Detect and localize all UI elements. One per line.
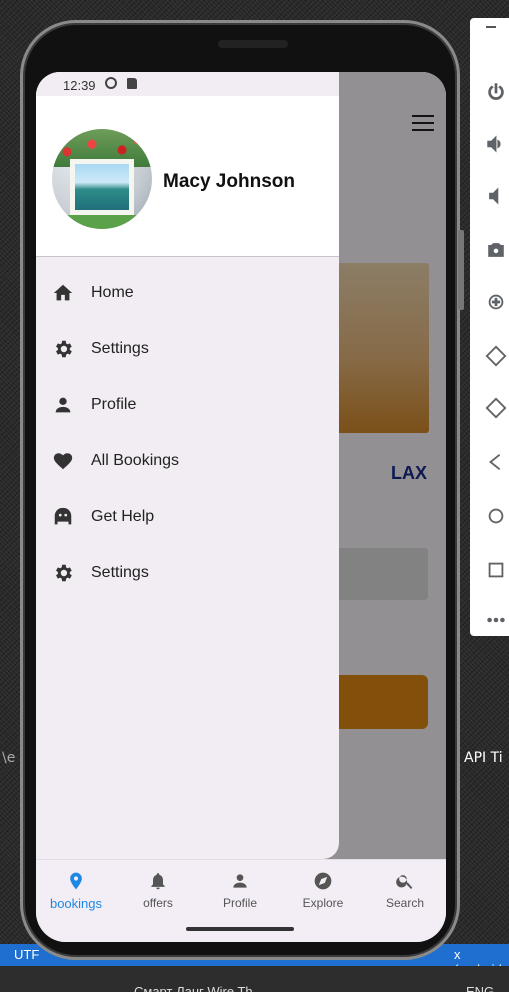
home-circle-icon[interactable] [484,504,508,528]
rotate-left-icon[interactable] [484,344,508,368]
ide-side-text: \e [2,750,16,766]
compass-icon [285,870,361,892]
phone-volume-button [458,230,464,310]
phone-speaker [218,40,288,48]
drawer-item-get-help[interactable]: Get Help [36,489,339,545]
drawer-item-label: Settings [91,340,149,357]
camera-icon[interactable] [484,238,508,262]
gear-icon [51,337,75,361]
drawer-item-profile[interactable]: Profile [36,377,339,433]
navigation-drawer: 12:39 Macy Johnson Home Settings Profile… [36,72,339,859]
zoom-icon[interactable] [484,290,508,314]
status-time: 12:39 [63,78,96,93]
overview-icon[interactable] [484,558,508,582]
nav-bookings[interactable]: bookings [38,870,114,911]
home-icon [51,281,75,305]
home-indicator[interactable] [186,927,294,931]
drawer-item-label: Settings [91,564,149,581]
nav-offers[interactable]: offers [120,870,196,910]
nav-label: bookings [49,896,103,911]
encoding-label[interactable]: UTF [14,947,39,962]
ide-panel-title: API Ti [464,750,503,766]
volume-down-icon[interactable] [484,184,508,208]
drawer-menu: Home Settings Profile All Bookings Get H… [36,265,339,601]
drawer-item-all-bookings[interactable]: All Bookings [36,433,339,489]
drawer-header: Macy Johnson [36,96,339,257]
nav-explore[interactable]: Explore [285,870,361,910]
avatar[interactable] [52,129,152,229]
user-name: Macy Johnson [163,171,295,192]
drawer-item-label: Get Help [91,508,155,525]
drawer-item-settings-2[interactable]: Settings [36,545,339,601]
minimize-icon[interactable] [486,26,496,28]
location-pin-icon [38,870,114,892]
nav-label: Profile [222,896,257,910]
gear-icon [51,561,75,585]
settings-status-icon [105,77,117,89]
nav-search[interactable]: Search [367,870,443,910]
language-indicator[interactable]: ENG [466,984,494,992]
sd-card-icon [127,78,137,89]
heart-icon [51,449,75,473]
drawer-item-label: All Bookings [91,452,180,469]
more-icon[interactable] [484,608,508,632]
drawer-item-label: Profile [91,396,137,413]
nav-label: Search [385,896,425,910]
nav-label: Explore [302,896,344,910]
person-icon [202,870,278,892]
back-icon[interactable] [484,450,508,474]
taskbar-item[interactable]: Смарт Ланг Wire Th [134,984,253,992]
taskbar: Смарт Ланг Wire Th ENG [0,966,509,992]
rotate-right-icon[interactable] [484,396,508,420]
drawer-item-home[interactable]: Home [36,265,339,321]
bell-icon [120,870,196,892]
drawer-item-label: Home [91,284,134,301]
status-bar: 12:39 [36,72,339,96]
emulator-toolbar [470,18,509,636]
help-bot-icon [51,505,75,529]
person-icon [51,393,75,417]
drawer-item-settings[interactable]: Settings [36,321,339,377]
volume-up-icon[interactable] [484,132,508,156]
nav-profile[interactable]: Profile [202,870,278,910]
nav-label: offers [143,896,173,910]
search-icon [367,870,443,892]
phone-screen: LAX bookings offers Profile Explore Sear… [36,72,446,942]
power-icon[interactable] [484,80,508,104]
